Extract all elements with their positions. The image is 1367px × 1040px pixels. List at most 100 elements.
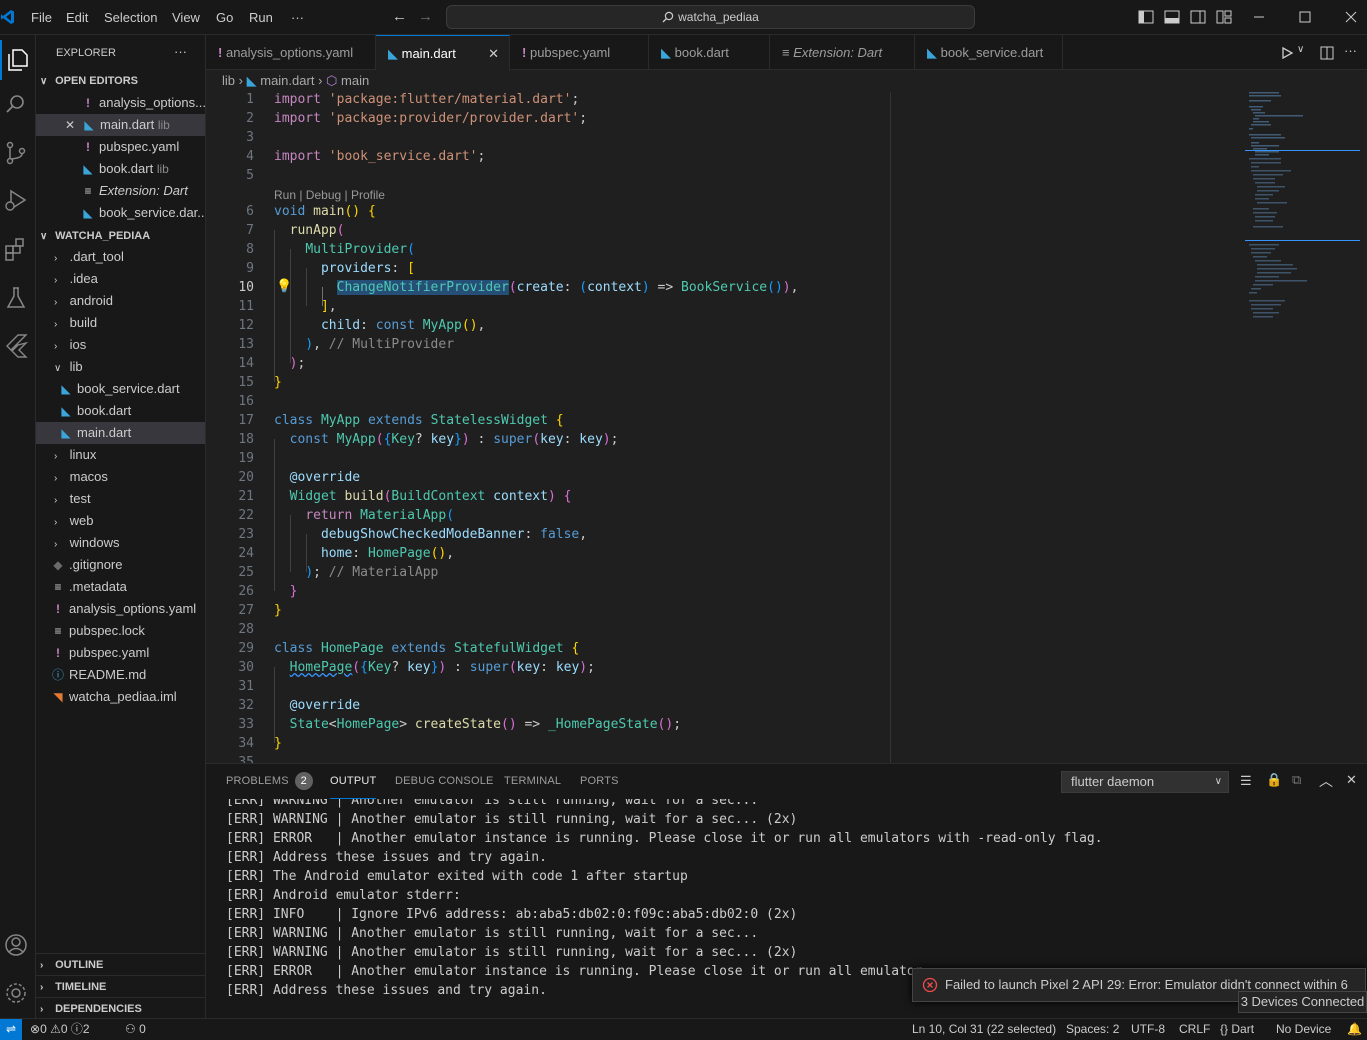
tree-folder[interactable]: › macos [36, 466, 205, 488]
breadcrumb-symbol[interactable]: main [341, 73, 369, 88]
tree-folder[interactable]: › android [36, 290, 205, 312]
tree-folder[interactable]: › ios [36, 334, 205, 356]
source-control-activity[interactable] [0, 133, 36, 173]
notifications-bell-icon[interactable]: 🔔 [1347, 1019, 1362, 1040]
vscode-logo-icon[interactable] [1, 9, 15, 25]
tree-folder[interactable]: ∨ lib [36, 356, 205, 378]
close-panel-icon[interactable]: ✕ [1346, 772, 1357, 788]
open-editor-item[interactable]: ≡ Extension: Dart [36, 180, 205, 202]
run-debug-activity[interactable] [0, 180, 36, 220]
tree-file[interactable]: ◣ main.dart [36, 422, 205, 444]
tree-folder[interactable]: › .dart_tool [36, 246, 205, 268]
minimize-icon[interactable] [1250, 8, 1268, 26]
tree-folder[interactable]: › build [36, 312, 205, 334]
close-window-icon[interactable] [1342, 8, 1360, 26]
cursor-position[interactable]: Ln 10, Col 31 (22 selected) [912, 1019, 1056, 1040]
tree-file[interactable]: ◣ book.dart [36, 400, 205, 422]
problems-status[interactable]: ⊗0 ⚠0 ⓘ2 [30, 1019, 90, 1040]
lock-icon[interactable]: 🔒 [1266, 772, 1282, 788]
code-editor[interactable]: 1 2 3 4 5 6 7 8 9 10 11 12 13 14 15 16 1… [206, 92, 1367, 763]
tab-analysis-options[interactable]: ! analysis_options.yaml [206, 35, 376, 70]
tab-pubspec[interactable]: ! pubspec.yaml [510, 35, 649, 70]
indentation-status[interactable]: Spaces: 2 [1066, 1019, 1119, 1040]
panel-tab-problems[interactable]: PROBLEMS 2 [226, 764, 313, 799]
menu-file[interactable]: File [24, 0, 59, 35]
open-in-editor-icon[interactable]: ⧉ [1292, 772, 1301, 788]
tab-extension-dart[interactable]: ≡ Extension: Dart [770, 35, 915, 70]
tree-folder[interactable]: › web [36, 510, 205, 532]
chevron-down-icon[interactable]: ∨ [1297, 44, 1304, 55]
tree-folder[interactable]: › linux [36, 444, 205, 466]
project-header[interactable]: ∨ WATCHA_PEDIAA [36, 225, 205, 247]
menu-go[interactable]: Go [209, 0, 240, 35]
menu-selection[interactable]: Selection [97, 0, 164, 35]
split-editor-icon[interactable] [1319, 45, 1335, 61]
extensions-activity[interactable] [0, 230, 36, 270]
breadcrumb-file[interactable]: main.dart [260, 73, 314, 88]
remote-indicator-icon[interactable]: ⇌ [0, 1019, 22, 1040]
tree-folder[interactable]: › windows [36, 532, 205, 554]
outline-header[interactable]: › OUTLINE [36, 953, 205, 975]
toggle-primary-sidebar-icon[interactable] [1137, 8, 1155, 26]
explorer-more-button[interactable]: ··· [174, 41, 194, 63]
menu-view[interactable]: View [165, 0, 207, 35]
eol-status[interactable]: CRLF [1179, 1019, 1210, 1040]
tree-file[interactable]: ◆ .gitignore [36, 554, 205, 576]
line-number: 16 [238, 394, 254, 409]
tree-file[interactable]: ◥ watcha_pediaa.iml [36, 686, 205, 708]
panel-tab-debug-console[interactable]: DEBUG CONSOLE [395, 764, 494, 799]
run-icon[interactable] [1280, 46, 1294, 60]
close-icon[interactable]: ✕ [62, 114, 78, 136]
menu-edit[interactable]: Edit [59, 0, 95, 35]
command-center-search[interactable]: watcha_pediaa [446, 5, 975, 29]
maximize-panel-icon[interactable]: ︿ [1319, 771, 1333, 791]
open-editor-item[interactable]: ◣ book_service.dar... [36, 202, 205, 224]
customize-layout-icon[interactable] [1215, 8, 1233, 26]
output-channel-select[interactable]: flutter daemon ∨ [1061, 771, 1229, 793]
tab-book-service[interactable]: ◣ book_service.dart [915, 35, 1063, 70]
toggle-secondary-sidebar-icon[interactable] [1189, 8, 1207, 26]
close-tab-icon[interactable]: ✕ [488, 36, 499, 70]
timeline-header[interactable]: › TIMELINE [36, 975, 205, 997]
manage-activity[interactable] [0, 973, 36, 1013]
language-status[interactable]: {} Dart [1220, 1019, 1254, 1040]
open-editor-item[interactable]: ! analysis_options... [36, 92, 205, 114]
dependencies-header[interactable]: › DEPENDENCIES [36, 997, 205, 1019]
flutter-activity[interactable] [0, 325, 36, 365]
ports-status[interactable]: ⚇ 0 [125, 1019, 146, 1040]
panel-tab-terminal[interactable]: TERMINAL [504, 764, 561, 799]
search-activity[interactable] [0, 85, 36, 125]
open-editor-item[interactable]: ◣ book.dart lib [36, 158, 205, 180]
tree-file[interactable]: ◣ book_service.dart [36, 378, 205, 400]
tab-main-dart[interactable]: ◣ main.dart ✕ [376, 35, 510, 70]
tree-folder[interactable]: › .idea [36, 268, 205, 290]
breadcrumb-folder[interactable]: lib [222, 73, 235, 88]
testing-activity[interactable] [0, 278, 36, 318]
back-arrow-icon[interactable]: ← [392, 8, 407, 25]
clear-output-icon[interactable]: ☰ [1240, 773, 1252, 789]
tab-book-dart[interactable]: ◣ book.dart [649, 35, 770, 70]
open-editors-header[interactable]: ∨ OPEN EDITORS [36, 70, 205, 92]
minimap[interactable] [1245, 92, 1360, 763]
panel-tab-output[interactable]: OUTPUT [330, 764, 377, 799]
tree-file[interactable]: ⓘ README.md [36, 664, 205, 686]
maximize-icon[interactable] [1296, 8, 1314, 26]
encoding-status[interactable]: UTF-8 [1131, 1019, 1165, 1040]
codelens[interactable]: Run | Debug | Profile [274, 188, 385, 202]
explorer-activity[interactable] [0, 40, 36, 80]
accounts-activity[interactable] [0, 925, 36, 965]
open-editor-item[interactable]: ! pubspec.yaml [36, 136, 205, 158]
tree-file[interactable]: ≡ pubspec.lock [36, 620, 205, 642]
forward-arrow-icon[interactable]: → [418, 8, 433, 25]
panel-tab-ports[interactable]: PORTS [580, 764, 619, 799]
device-status[interactable]: No Device [1276, 1019, 1331, 1040]
tree-folder[interactable]: › test [36, 488, 205, 510]
menu-run[interactable]: Run [242, 0, 280, 35]
menu-more[interactable]: ··· [284, 0, 311, 35]
tree-file[interactable]: ! analysis_options.yaml [36, 598, 205, 620]
editor-more-icon[interactable]: ··· [1344, 43, 1357, 58]
toggle-panel-icon[interactable] [1163, 8, 1181, 26]
tree-file[interactable]: ≡ .metadata [36, 576, 205, 598]
open-editor-item[interactable]: ✕ ◣ main.dart lib [36, 114, 205, 136]
tree-file[interactable]: ! pubspec.yaml [36, 642, 205, 664]
